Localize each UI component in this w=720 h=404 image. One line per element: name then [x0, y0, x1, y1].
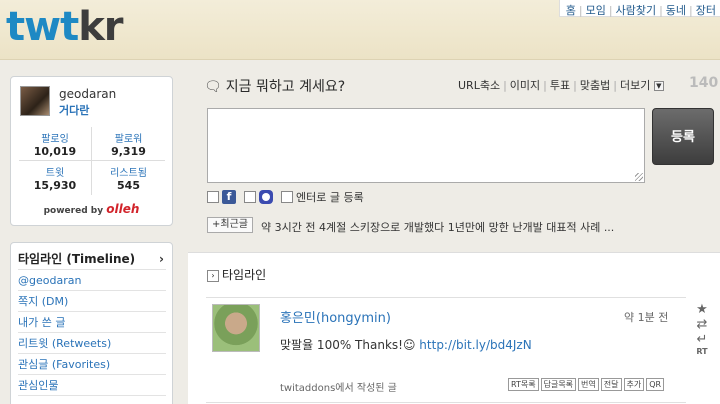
sidebar-item-dm[interactable]: 쪽지 (DM): [18, 291, 166, 312]
me2day-icon: [259, 190, 273, 204]
compose-title: 🗨 지금 뭐하고 계세요?: [204, 79, 346, 95]
forward-button[interactable]: 전달: [600, 378, 622, 391]
image-button[interactable]: 이미지: [510, 79, 540, 92]
nav-home[interactable]: 홈: [566, 4, 576, 17]
expand-icon[interactable]: ›: [207, 269, 219, 282]
sidebar-item-favorites[interactable]: 관심글 (Favorites): [18, 354, 166, 375]
sidebar-menu: 타임라인 (Timeline) › @geodaran 쪽지 (DM) 내가 쓴 …: [10, 242, 173, 404]
tweet-timestamp[interactable]: 약 1분 전: [624, 309, 668, 325]
rt-icon[interactable]: RT: [692, 347, 712, 357]
reply-icon[interactable]: ↵: [692, 332, 712, 347]
retweet-icon[interactable]: ⇄: [692, 317, 712, 332]
recent-tweet-button[interactable]: +최근글: [207, 217, 253, 233]
sidebar-item-mentions[interactable]: @geodaran: [18, 270, 166, 291]
sidebar-item-retweets[interactable]: 리트윗 (Retweets): [18, 333, 166, 354]
stat-followers[interactable]: 팔로워 9,319: [92, 127, 165, 161]
avatar[interactable]: [20, 86, 50, 116]
compose-tools: URL축소 | 이미지 | 투표 | 맞춤법 | 더보기 ▼: [458, 77, 664, 93]
reply-list-button[interactable]: 답글목록: [540, 378, 577, 391]
facebook-checkbox[interactable]: [207, 191, 219, 203]
stat-following[interactable]: 팔로잉 10,019: [19, 127, 92, 161]
profile-nickname: 거다란: [59, 104, 90, 117]
profile-username[interactable]: geodaran: [59, 87, 116, 101]
compose-options: f 엔터로 글 등록: [207, 189, 364, 205]
resize-handle-icon[interactable]: [635, 173, 643, 181]
tweet-input[interactable]: [207, 108, 645, 183]
tweet-actions: RT목록 답글목록 번역 전달 추가 QR: [506, 377, 665, 391]
tweet-item: 홍은민(hongymin) 약 1분 전 맞팔율 100% Thanks!☺ h…: [206, 297, 686, 403]
stat-tweets[interactable]: 트윗 15,930: [19, 161, 92, 195]
translate-button[interactable]: 번역: [578, 378, 599, 391]
spellcheck-button[interactable]: 맞춤법: [580, 79, 610, 92]
recent-tweet-text[interactable]: 약 3시간 전 4계절 스키장으로 개발했다 1년만에 망한 난개발 대표적 사…: [261, 219, 614, 235]
sidebar-item-my-tweets[interactable]: 내가 쓴 글: [18, 312, 166, 333]
speech-bubble-icon: 🗨: [204, 79, 222, 95]
qr-button[interactable]: QR: [646, 378, 665, 391]
nav-find-people[interactable]: 사람찾기: [616, 4, 656, 17]
tweet-avatar[interactable]: [212, 304, 260, 352]
tweet-link[interactable]: http://bit.ly/bd4JzN: [419, 338, 531, 352]
poll-button[interactable]: 투표: [550, 79, 570, 92]
timeline-heading: › 타임라인: [207, 266, 266, 283]
me2day-checkbox[interactable]: [244, 191, 256, 203]
dropdown-icon[interactable]: ▼: [653, 81, 664, 91]
submit-button[interactable]: 등록: [652, 108, 714, 165]
rt-list-button[interactable]: RT목록: [508, 378, 539, 391]
sidebar-item-interests[interactable]: 관심인물: [18, 375, 166, 396]
facebook-icon: f: [222, 190, 236, 204]
stat-listed[interactable]: 리스트됨 545: [92, 161, 165, 195]
top-nav: 홈 | 모임 | 사람찾기 | 동네 | 장터: [558, 0, 720, 17]
powered-by: powered by olleh: [43, 202, 140, 216]
sidebar-item-timeline[interactable]: 타임라인 (Timeline) ›: [18, 249, 166, 270]
enter-submit-label: 엔터로 글 등록: [296, 191, 364, 204]
enter-submit-checkbox[interactable]: [281, 191, 293, 203]
tweet-side-actions: ★ ⇄ ↵ RT: [692, 302, 712, 357]
tweet-text: 맞팔율 100% Thanks!☺ http://bit.ly/bd4JzN: [280, 338, 532, 352]
star-icon[interactable]: ★: [692, 302, 712, 317]
char-counter: 140: [689, 75, 719, 91]
chevron-right-icon: ›: [159, 252, 164, 266]
more-button[interactable]: 더보기: [620, 79, 650, 92]
url-shorten-button[interactable]: URL축소: [458, 79, 500, 92]
olleh-logo: olleh: [106, 202, 140, 216]
nav-market[interactable]: 장터: [696, 4, 716, 17]
tweet-username[interactable]: 홍은민(hongymin): [280, 307, 391, 326]
tweet-source: twitaddons에서 작성된 글: [280, 383, 397, 394]
nav-groups[interactable]: 모임: [586, 4, 606, 17]
timeline-panel: › 타임라인 홍은민(hongymin) 약 1분 전 맞팔율 100% Than…: [188, 252, 720, 404]
header: twtkr 홈 | 모임 | 사람찾기 | 동네 | 장터: [0, 0, 720, 60]
twtkr-logo[interactable]: twtkr: [6, 4, 124, 50]
nav-neighborhood[interactable]: 동네: [666, 4, 686, 17]
profile-box: geodaran 거다란 팔로잉 10,019 팔로워 9,319 트윗 15,930…: [10, 76, 173, 226]
add-button[interactable]: 추가: [623, 378, 645, 391]
